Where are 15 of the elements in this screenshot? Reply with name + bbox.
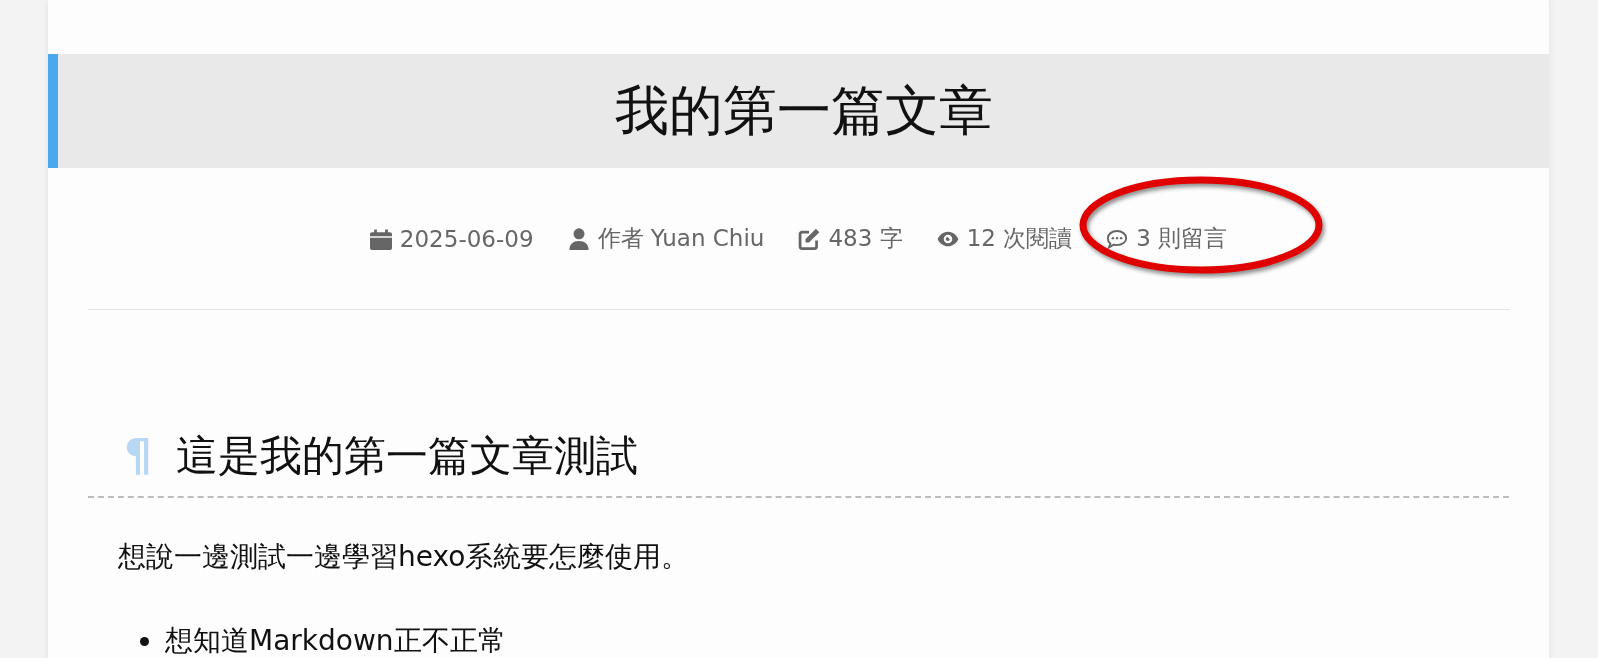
- post-title: 我的第一篇文章: [614, 77, 993, 144]
- list-item: 想知道Markdown正不正常: [165, 623, 506, 658]
- user-icon: [567, 227, 590, 250]
- paragraph: 想說一邊測試一邊學習hexo系統要怎麼使用。: [118, 539, 691, 575]
- calendar-icon: [369, 227, 392, 250]
- comment-icon: [1106, 227, 1129, 250]
- edit-icon: [798, 227, 821, 250]
- heading-anchor[interactable]: ¶: [124, 434, 152, 478]
- meta-text: 12 次閱讀: [966, 224, 1073, 253]
- meta-text: 2025-06-09: [399, 225, 534, 252]
- bullet-icon: [140, 636, 149, 646]
- meta-text: 3 則留言: [1136, 224, 1228, 253]
- section-heading: 這是我的第一篇文章測試: [176, 430, 638, 482]
- meta-text: 作者 Yuan Chiu: [597, 224, 765, 253]
- meta-text: 483 字: [828, 224, 903, 253]
